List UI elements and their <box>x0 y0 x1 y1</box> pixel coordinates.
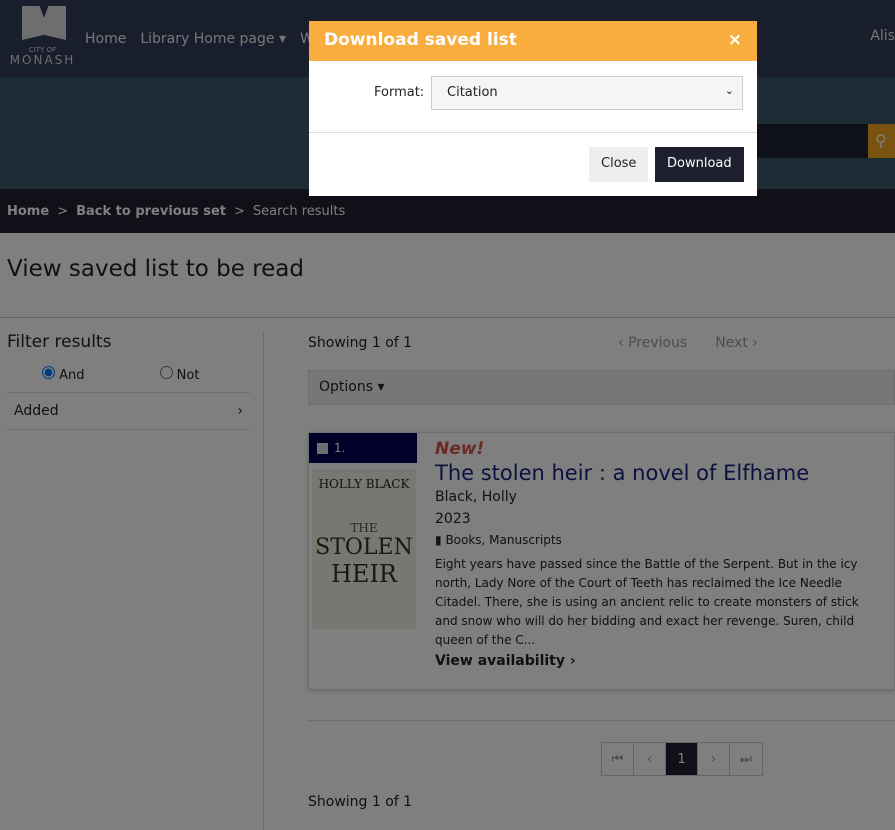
format-label: Format: <box>374 85 425 100</box>
close-icon[interactable]: × <box>728 30 742 52</box>
chevron-down-icon: ⌄ <box>724 84 734 97</box>
format-select[interactable]: Citation ⌄ <box>431 76 743 110</box>
download-button[interactable]: Download <box>655 147 744 182</box>
close-button[interactable]: Close <box>589 147 649 182</box>
modal-title: Download saved list <box>324 30 517 50</box>
download-modal: Download saved list × Format: Citation ⌄ C… <box>309 21 757 196</box>
